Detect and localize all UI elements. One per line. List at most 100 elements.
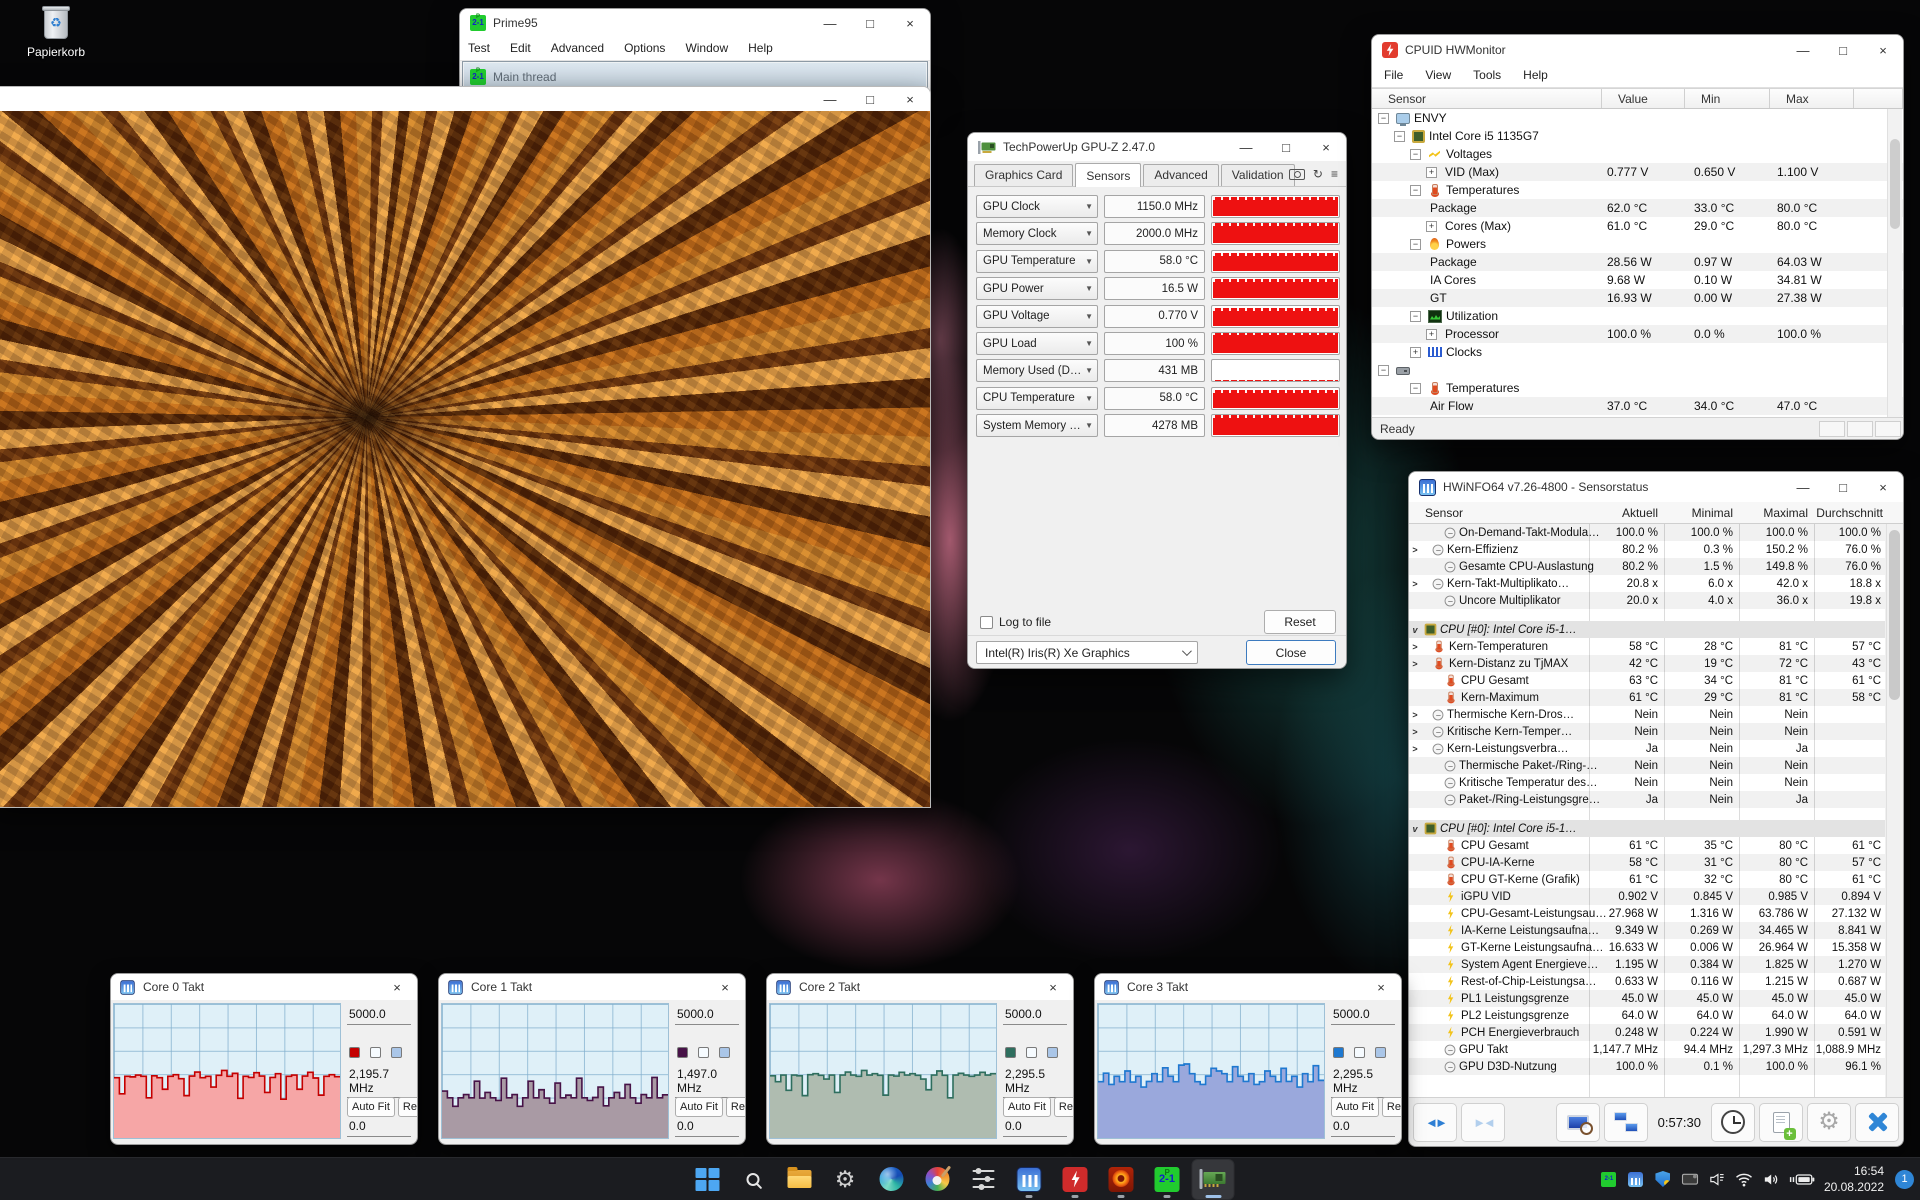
- hwinfo-row[interactable]: >Thermische Kern-Dros…NeinNeinNein: [1409, 706, 1885, 723]
- hwinfo-row[interactable]: CPU GT-Kerne (Grafik)61 °C32 °C80 °C61 °…: [1409, 871, 1885, 888]
- notification-badge[interactable]: 1: [1895, 1170, 1914, 1189]
- hwinfo-row[interactable]: iGPU VID0.902 V0.845 V0.985 V0.894 V: [1409, 888, 1885, 905]
- minimize-icon[interactable]: —: [810, 9, 850, 37]
- hwmonitor-row[interactable]: +Clocks: [1372, 343, 1903, 361]
- gpuz-titlebar[interactable]: TechPowerUp GPU-Z 2.47.0 — □ ×: [968, 133, 1346, 161]
- grid-color-swatch[interactable]: [391, 1047, 402, 1058]
- hwmonitor-row[interactable]: +VID (Max)0.777 V0.650 V1.100 V: [1372, 163, 1903, 181]
- hwmonitor-row[interactable]: −: [1372, 361, 1903, 379]
- search-icon[interactable]: [733, 1160, 774, 1199]
- gpuz-window[interactable]: TechPowerUp GPU-Z 2.47.0 — □ × Graphics …: [967, 132, 1347, 669]
- menu-item-file[interactable]: File: [1384, 68, 1403, 82]
- hwinfo-row[interactable]: IA-Kerne Leistungsaufna…9.349 W0.269 W34…: [1409, 922, 1885, 939]
- hwinfo-row[interactable]: GPU D3D-Nutzung100.0 %0.1 %100.0 %96.1 %: [1409, 1058, 1885, 1075]
- expand-icon[interactable]: +: [1426, 329, 1437, 340]
- maximize-icon[interactable]: □: [1823, 35, 1863, 65]
- report-button[interactable]: [1759, 1103, 1803, 1142]
- hwmonitor-row[interactable]: −Intel Core i5 1135G7: [1372, 127, 1903, 145]
- hwmonitor-row[interactable]: +Cores (Max)61.0 °C29.0 °C80.0 °C: [1372, 217, 1903, 235]
- collapse-icon[interactable]: −: [1410, 239, 1421, 250]
- hwinfo-row[interactable]: Rest-of-Chip-Leistungsa…0.633 W0.116 W1.…: [1409, 973, 1885, 990]
- menu-item-view[interactable]: View: [1425, 68, 1451, 82]
- fractal-window[interactable]: — □ × 0: [0, 86, 931, 808]
- minimize-icon[interactable]: —: [1783, 35, 1823, 65]
- menu-item-help[interactable]: Help: [1523, 68, 1548, 82]
- hwinfo-row[interactable]: On-Demand-Takt-Modula…100.0 %100.0 %100.…: [1409, 524, 1885, 541]
- column-header-sensor[interactable]: Sensor: [1372, 89, 1602, 108]
- sensor-label-dropdown[interactable]: GPU Power▼: [976, 277, 1098, 300]
- maximize-icon[interactable]: □: [1266, 133, 1306, 161]
- hwinfo-window[interactable]: HWiNFO64 v7.26-4800 - Sensorstatus — □ ×…: [1408, 471, 1904, 1147]
- tab-sensors[interactable]: Sensors: [1075, 163, 1141, 187]
- battery-icon[interactable]: [1789, 1170, 1815, 1188]
- hwinfo-row[interactable]: GPU Takt1,147.7 MHz94.4 MHz1,297.3 MHz1,…: [1409, 1041, 1885, 1058]
- quick-settings-icon[interactable]: [963, 1160, 1004, 1199]
- expand-chevron-icon[interactable]: >: [1409, 744, 1421, 754]
- hwinfo-row[interactable]: Paket-/Ring-Leistungsgre…JaNeinJa: [1409, 791, 1885, 808]
- core-window-titlebar[interactable]: Core 2 Takt×: [767, 974, 1073, 1000]
- hwinfo-row[interactable]: CPU Gesamt63 °C34 °C81 °C61 °C: [1409, 672, 1885, 689]
- hwinfo-icon[interactable]: [1009, 1160, 1050, 1199]
- minimize-icon[interactable]: —: [1226, 133, 1266, 161]
- hwinfo-row[interactable]: Kern-Maximum61 °C29 °C81 °C58 °C: [1409, 689, 1885, 706]
- prime95-window[interactable]: 2-1P Prime95 — □ × Test Edit Advanced Optio…: [459, 8, 931, 98]
- series-color-swatch[interactable]: [677, 1047, 688, 1058]
- display-tray-icon[interactable]: [1681, 1170, 1699, 1188]
- hwmonitor-row[interactable]: −Powers: [1372, 235, 1903, 253]
- hwinfo-row[interactable]: CPU Gesamt61 °C35 °C80 °C61 °C: [1409, 837, 1885, 854]
- menu-item-edit[interactable]: Edit: [510, 41, 531, 55]
- menu-item-test[interactable]: Test: [468, 41, 490, 55]
- core-3-clock-window[interactable]: Core 3 Takt×5000.02,295.5 MHzAuto FitRes…: [1094, 973, 1402, 1145]
- grid-color-swatch[interactable]: [1375, 1047, 1386, 1058]
- close-icon[interactable]: ×: [705, 980, 745, 995]
- collapse-icon[interactable]: −: [1410, 185, 1421, 196]
- volume-icon[interactable]: [1762, 1170, 1780, 1188]
- clock-button[interactable]: [1711, 1103, 1755, 1142]
- hwmonitor-window[interactable]: CPUID HWMonitor — □ × FileViewToolsHelp …: [1371, 34, 1904, 440]
- hwinfo-row[interactable]: >Kern-Distanz zu TjMAX42 °C19 °C72 °C43 …: [1409, 655, 1885, 672]
- column-header-min[interactable]: Min: [1685, 89, 1770, 108]
- hwmonitor-row[interactable]: −ENVY: [1372, 109, 1903, 127]
- fractal-titlebar[interactable]: — □ ×: [0, 87, 930, 111]
- prime95-titlebar[interactable]: 2-1P Prime95 — □ ×: [460, 9, 930, 37]
- menu-item-advanced[interactable]: Advanced: [551, 41, 604, 55]
- vertical-scrollbar[interactable]: [1887, 109, 1902, 417]
- tab-validation[interactable]: Validation: [1221, 164, 1295, 186]
- system-summary-button[interactable]: [1556, 1103, 1600, 1142]
- hwmonitor-row[interactable]: Package62.0 °C33.0 °C80.0 °C: [1372, 199, 1903, 217]
- hwmonitor-row[interactable]: Air Flow37.0 °C34.0 °C47.0 °C: [1372, 397, 1903, 415]
- expand-chevron-icon[interactable]: >: [1409, 642, 1421, 652]
- hwinfo-section-row[interactable]: vCPU [#0]: Intel Core i5-1…: [1409, 621, 1885, 638]
- wifi-icon[interactable]: [1735, 1170, 1753, 1188]
- series-color-swatch[interactable]: [1005, 1047, 1016, 1058]
- background-color-swatch[interactable]: [1026, 1047, 1037, 1058]
- column-header-value[interactable]: Value: [1602, 89, 1685, 108]
- start-icon[interactable]: [687, 1160, 728, 1199]
- file-explorer-icon[interactable]: [779, 1160, 820, 1199]
- prime95-icon[interactable]: 2-1P: [1147, 1160, 1188, 1199]
- menu-icon[interactable]: ≡: [1331, 167, 1338, 181]
- close-icon[interactable]: ×: [1033, 980, 1073, 995]
- hwinfo-row[interactable]: >Kern-Leistungsverbra…JaNeinJa: [1409, 740, 1885, 757]
- network-sensors-button[interactable]: [1604, 1103, 1648, 1142]
- expand-chevron-icon[interactable]: >: [1409, 727, 1421, 737]
- background-color-swatch[interactable]: [370, 1047, 381, 1058]
- column-header-durchschnitt[interactable]: Durchschnitt: [1783, 506, 1883, 520]
- log-to-file-checkbox[interactable]: [980, 616, 993, 629]
- hwinfo-row[interactable]: PL2 Leistungsgrenze64.0 W64.0 W64.0 W64.…: [1409, 1007, 1885, 1024]
- gpuz-icon[interactable]: [1193, 1160, 1234, 1199]
- sensor-label-dropdown[interactable]: Memory Clock▼: [976, 222, 1098, 245]
- menu-item-options[interactable]: Options: [624, 41, 665, 55]
- gpu-device-dropdown[interactable]: Intel(R) Iris(R) Xe Graphics: [976, 641, 1198, 664]
- tab-graphics-card[interactable]: Graphics Card: [974, 164, 1073, 186]
- collapse-icon[interactable]: −: [1378, 365, 1389, 376]
- series-color-swatch[interactable]: [1333, 1047, 1344, 1058]
- grid-color-swatch[interactable]: [719, 1047, 730, 1058]
- settings-button[interactable]: ⚙: [1807, 1103, 1851, 1142]
- hwinfo-row[interactable]: Gesamte CPU-Auslastung80.2 %1.5 %149.8 %…: [1409, 558, 1885, 575]
- navigate-arrows-button[interactable]: ◄►: [1413, 1103, 1457, 1142]
- hwmonitor-row[interactable]: −Temperatures: [1372, 379, 1903, 397]
- expand-chevron-icon[interactable]: >: [1409, 579, 1421, 589]
- close-icon[interactable]: ×: [1863, 472, 1903, 502]
- settings-gear-icon[interactable]: ⚙: [825, 1160, 866, 1199]
